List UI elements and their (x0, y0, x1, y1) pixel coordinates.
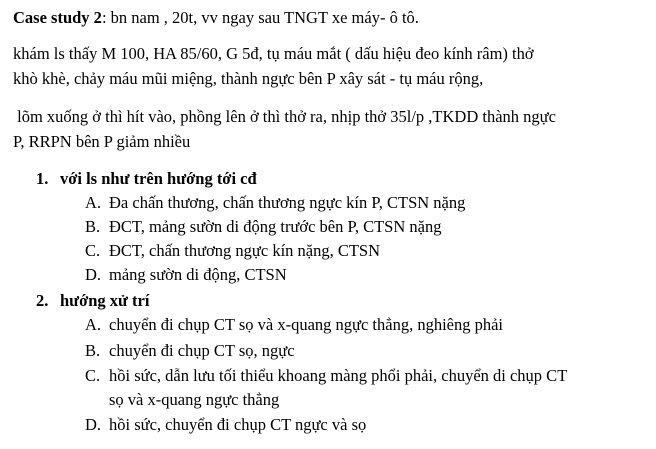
question-1: 1. với ls như trên hướng tới cđ (36, 168, 257, 190)
option-letter: C. (85, 366, 101, 385)
q2-option-b: B. chuyển đi chụp CT sọ, ngực (85, 340, 295, 362)
q2-option-a: A. chuyển đi chụp CT sọ và x-quang ngực t… (85, 314, 503, 336)
document-page: Case study 2: bn nam , 20t, vv ngay sau … (0, 0, 656, 449)
q2-option-c: C. hồi sức, dẫn lưu tối thiểu khoang màng… (85, 365, 567, 387)
option-text: hồi sức, dẫn lưu tối thiểu khoang màng p… (109, 366, 568, 385)
option-letter: B. (85, 341, 101, 360)
option-letter: D. (85, 415, 102, 434)
exam-line-1: khám ls thấy M 100, HA 85/60, G 5đ, tụ m… (13, 44, 534, 63)
option-text: chuyển đi chụp CT sọ, ngực (109, 341, 295, 360)
option-text: hồi sức, chuyển đi chụp CT ngực và sọ (109, 415, 367, 434)
option-text: mảng sườn di động, CTSN (109, 265, 287, 284)
question-number: 2. (36, 291, 49, 310)
option-letter: A. (85, 193, 102, 212)
question-2: 2. hướng xử trí (36, 290, 149, 312)
exam-line-2: khò khè, chảy máu mũi miệng, thành ngực … (13, 69, 484, 88)
option-letter: A. (85, 315, 102, 334)
exam-line-4: P, RRPN bên P giảm nhiều (13, 132, 191, 151)
q2-option-d: D. hồi sức, chuyển đi chụp CT ngực và sọ (85, 414, 366, 436)
q1-option-b: B. ĐCT, mảng sườn di động trước bên P, CT… (85, 216, 441, 238)
exam-line-3: lõm xuống ở thì hít vào, phồng lên ở thì… (13, 107, 556, 126)
option-letter: C. (85, 241, 101, 260)
case-header: Case study 2: bn nam , 20t, vv ngay sau … (13, 7, 419, 29)
question-number: 1. (36, 169, 49, 188)
question-text: hướng xử trí (60, 291, 150, 310)
q1-option-c: C. ĐCT, chấn thương ngực kín nặng, CTSN (85, 240, 380, 262)
option-text: ĐCT, chấn thương ngực kín nặng, CTSN (109, 241, 381, 260)
option-letter: D. (85, 265, 102, 284)
option-text: chuyển đi chụp CT sọ và x-quang ngực thẳ… (109, 315, 504, 334)
q1-option-a: A. Đa chấn thương, chấn thương ngực kín P… (85, 192, 465, 214)
option-text: ĐCT, mảng sườn di động trước bên P, CTSN… (109, 217, 442, 236)
case-label: Case study 2 (13, 8, 102, 27)
question-text: với ls như trên hướng tới cđ (60, 169, 257, 188)
q2-option-c-continuation: sọ và x-quang ngực thẳng (109, 390, 280, 409)
q1-option-d: D. mảng sườn di động, CTSN (85, 264, 287, 286)
option-text: Đa chấn thương, chấn thương ngực kín P, … (109, 193, 466, 212)
case-intro: : bn nam , 20t, vv ngay sau TNGT xe máy-… (101, 8, 419, 27)
option-letter: B. (85, 217, 101, 236)
